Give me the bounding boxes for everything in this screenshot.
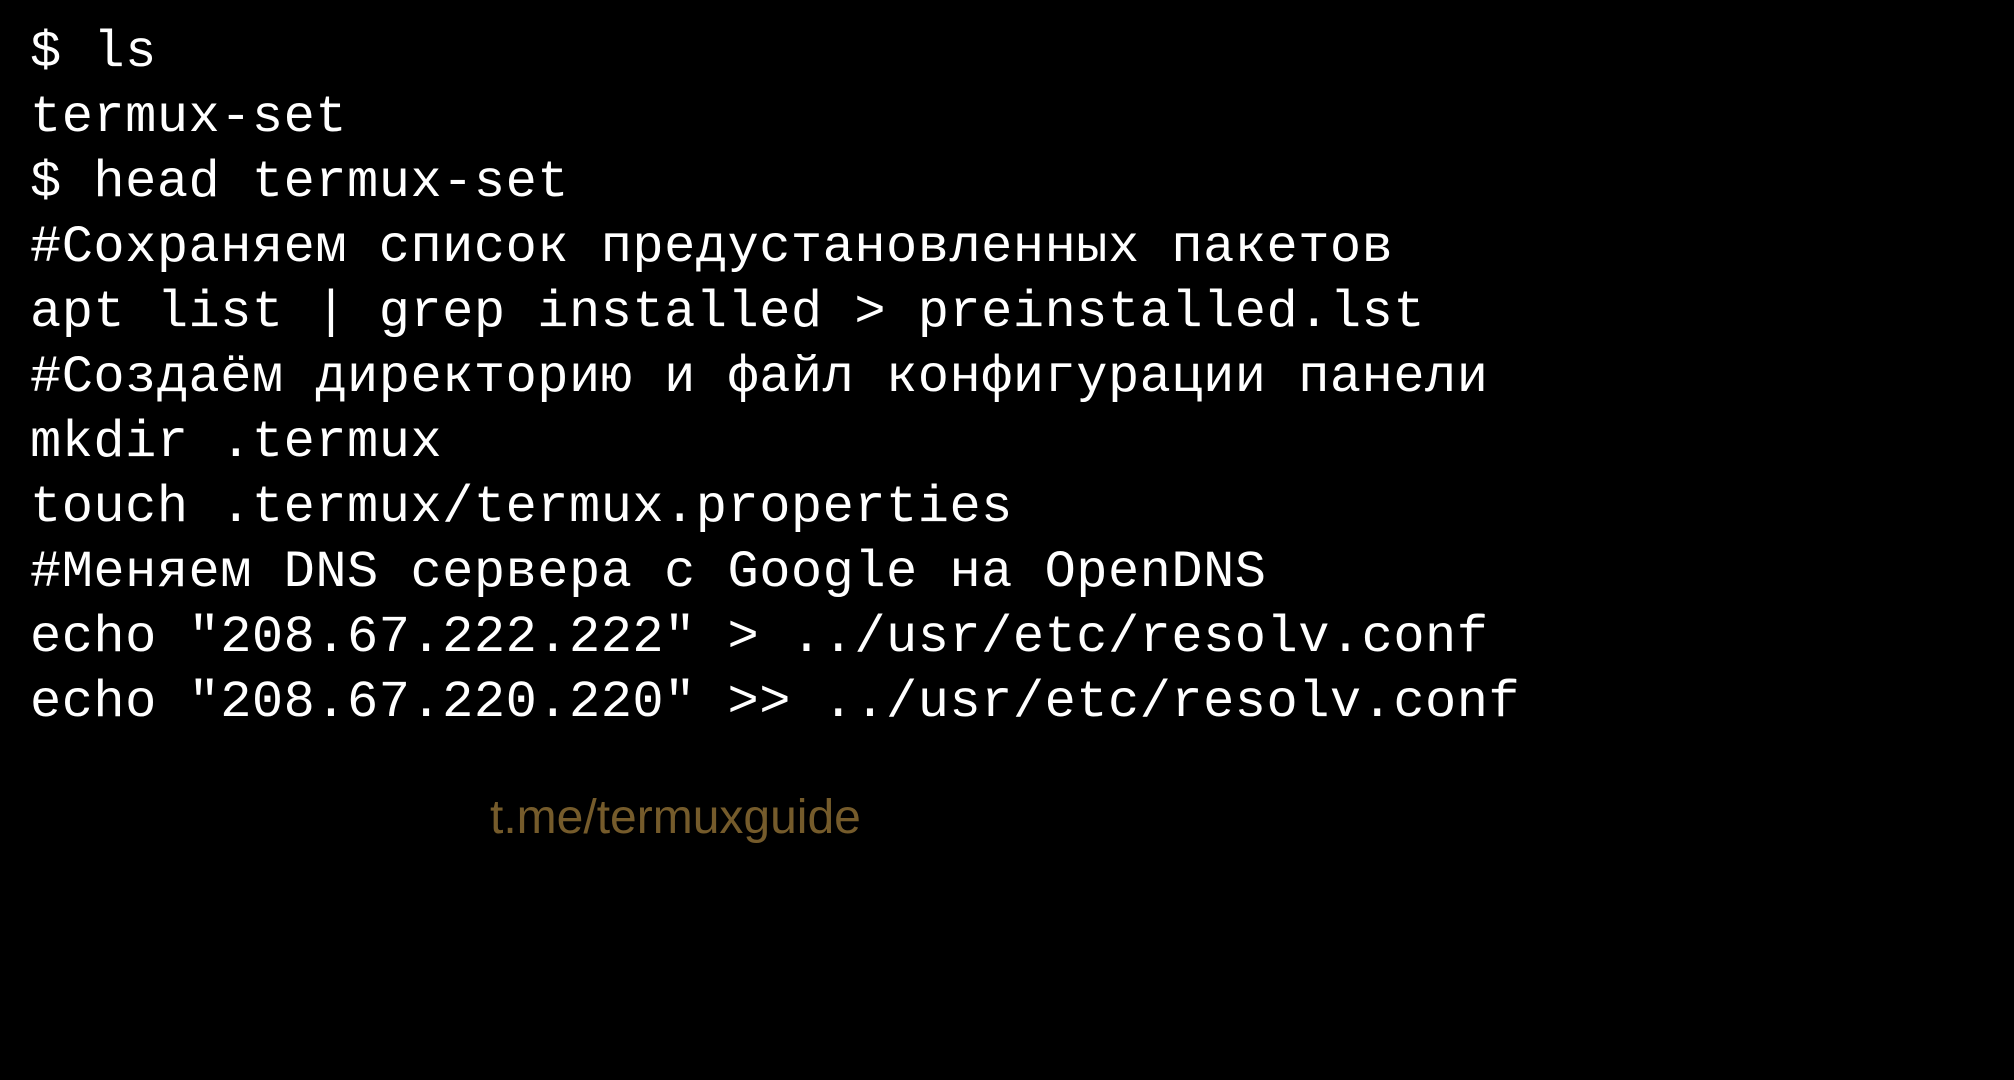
terminal-line: touch .termux/termux.properties [30,475,1984,540]
terminal-line: echo "208.67.222.222" > ../usr/etc/resol… [30,605,1984,670]
watermark-text: t.me/termuxguide [490,788,861,848]
terminal-output: $ ls termux-set $ head termux-set #Сохра… [30,20,1984,735]
terminal-line: #Меняем DNS сервера с Google на OpenDNS [30,540,1984,605]
terminal-line: #Сохраняем список предустановленных паке… [30,215,1984,280]
terminal-line: $ ls [30,20,1984,85]
terminal-line: echo "208.67.220.220" >> ../usr/etc/reso… [30,670,1984,735]
terminal-line: apt list | grep installed > preinstalled… [30,280,1984,345]
terminal-line: #Создаём директорию и файл конфигурации … [30,345,1984,410]
terminal-line: mkdir .termux [30,410,1984,475]
terminal-line: termux-set [30,85,1984,150]
terminal-line: $ head termux-set [30,150,1984,215]
